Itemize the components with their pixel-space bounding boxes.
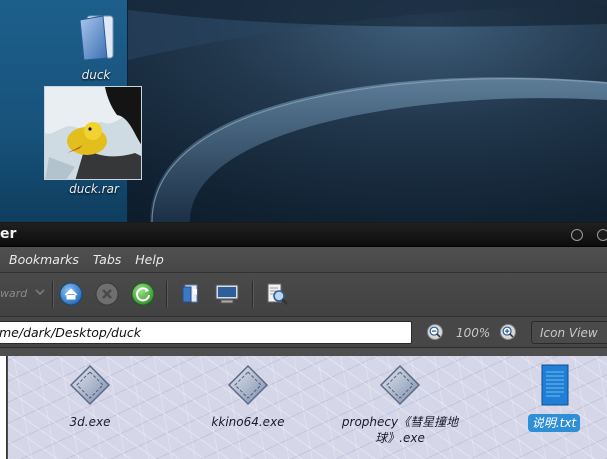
file-name: prophecy《彗星撞地球》.exe — [341, 415, 459, 445]
folder-icon — [79, 15, 114, 61]
menu-bar: Bookmarks Tabs Help — [0, 247, 607, 273]
minimize-button[interactable] — [571, 229, 583, 241]
menu-bookmarks[interactable]: Bookmarks — [9, 252, 79, 267]
forward-button-label[interactable]: ward — [0, 287, 27, 300]
file-view[interactable]: 3d.exe kkino64.exe prophecy《彗星撞地球》.exe 说… — [8, 356, 607, 459]
file-name: kkino64.exe — [211, 415, 285, 429]
side-pane — [0, 356, 7, 459]
desktop-icon-label: duck.rar — [69, 182, 119, 196]
desktop-icon-duck-rar[interactable]: duck.rar — [44, 86, 144, 196]
file-item[interactable]: kkino64.exe — [178, 364, 318, 430]
toolbar-separator — [52, 281, 53, 307]
menu-tabs[interactable]: Tabs — [93, 252, 121, 267]
stop-icon[interactable] — [94, 281, 120, 307]
location-bar: me/dark/Desktop/duck 100% Icon View — [0, 317, 607, 348]
zoom-in-icon[interactable] — [500, 324, 516, 340]
file-item[interactable]: 3d.exe — [20, 364, 160, 430]
image-thumbnail — [44, 86, 142, 180]
executable-icon — [227, 364, 269, 406]
title-bar[interactable]: er — [0, 223, 607, 247]
home-icon[interactable] — [58, 281, 84, 307]
chevron-down-icon[interactable] — [33, 285, 47, 299]
file-name: 说明.txt — [527, 414, 581, 432]
menu-help[interactable]: Help — [135, 252, 164, 267]
executable-icon — [379, 364, 421, 406]
bookmark-page-icon[interactable] — [178, 281, 204, 307]
computer-icon[interactable] — [214, 281, 240, 307]
toolbar-separator — [166, 281, 167, 307]
location-input[interactable]: me/dark/Desktop/duck — [0, 321, 412, 344]
toolbar-separator — [252, 281, 253, 307]
view-mode-select[interactable]: Icon View — [531, 321, 607, 344]
toolbar: ward — [0, 273, 607, 317]
maximize-button[interactable] — [597, 229, 607, 241]
window-title: er — [0, 226, 17, 242]
file-name: 3d.exe — [69, 415, 111, 429]
file-item[interactable]: prophecy《彗星撞地球》.exe — [330, 364, 470, 446]
zoom-level: 100% — [456, 326, 491, 340]
text-file-icon — [541, 364, 569, 406]
file-item-selected[interactable]: 说明.txt — [484, 364, 607, 432]
zoom-out-icon[interactable] — [427, 324, 443, 340]
executable-icon — [69, 364, 111, 406]
desktop: duck duck.rar — [0, 0, 607, 222]
search-icon[interactable] — [264, 281, 290, 307]
reload-icon[interactable] — [130, 281, 156, 307]
desktop-icon-label: duck — [81, 68, 111, 82]
desktop-icon-duck-folder[interactable]: duck — [60, 14, 132, 82]
